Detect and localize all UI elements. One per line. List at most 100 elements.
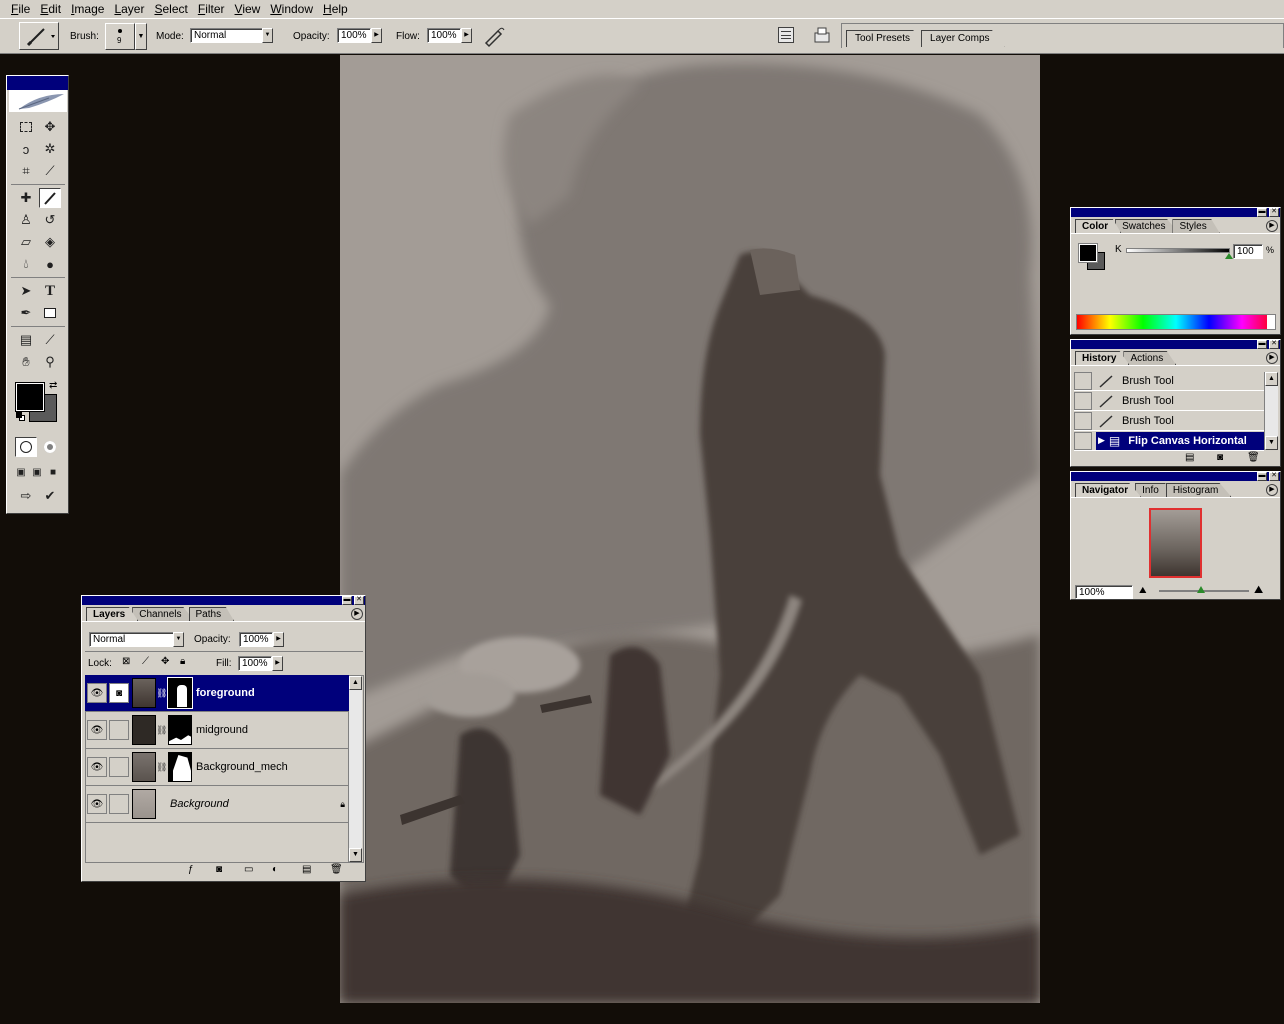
eye-icon[interactable]: 👁︎ bbox=[87, 683, 107, 703]
quick-mask-mode-icon[interactable] bbox=[39, 437, 61, 457]
link-cell[interactable] bbox=[109, 720, 129, 740]
full-screen-menu-mode-icon[interactable]: ▣ bbox=[29, 462, 45, 482]
mode-dropdown-arrow-icon[interactable]: ▼ bbox=[262, 28, 273, 43]
path-selection-tool-icon[interactable]: ➤ bbox=[15, 281, 37, 301]
opacity-arrow-icon[interactable]: ▶ bbox=[371, 28, 382, 43]
color-palette-title-bar[interactable]: ▬ ✕ bbox=[1071, 208, 1280, 217]
color-ramp[interactable] bbox=[1076, 314, 1276, 330]
menu-view[interactable]: View bbox=[230, 0, 266, 19]
tab-histogram[interactable]: Histogram bbox=[1165, 483, 1232, 497]
new-layer-icon[interactable]: ▤ bbox=[302, 864, 311, 875]
commit-icon[interactable]: ✔ bbox=[39, 486, 61, 506]
file-browser-icon[interactable] bbox=[812, 25, 832, 45]
link-cell[interactable] bbox=[109, 757, 129, 777]
eraser-tool-icon[interactable]: ▱ bbox=[15, 232, 37, 252]
scroll-up-icon[interactable]: ▲ bbox=[1265, 372, 1278, 386]
minimize-icon[interactable]: ▬ bbox=[1257, 472, 1267, 481]
scroll-up-icon[interactable]: ▲ bbox=[349, 676, 362, 690]
lasso-tool-icon[interactable]: ↄ bbox=[15, 139, 37, 159]
pen-tool-icon[interactable]: ✒ bbox=[15, 303, 37, 323]
menu-filter[interactable]: Filter bbox=[193, 0, 230, 19]
dodge-tool-icon[interactable]: ● bbox=[39, 254, 61, 274]
history-source-checkbox[interactable] bbox=[1074, 411, 1092, 430]
blend-mode-select[interactable]: Normal bbox=[89, 632, 177, 647]
marquee-tool-icon[interactable] bbox=[15, 117, 37, 137]
standard-screen-mode-icon[interactable]: ▣ bbox=[13, 462, 29, 482]
clone-stamp-tool-icon[interactable]: ♙ bbox=[15, 210, 37, 230]
eye-icon[interactable]: 👁︎ bbox=[87, 794, 107, 814]
zoom-slider[interactable] bbox=[1159, 586, 1249, 593]
history-item[interactable]: Brush Tool bbox=[1074, 391, 1264, 411]
layer-mask-thumbnail[interactable] bbox=[168, 752, 192, 782]
crop-tool-icon[interactable]: ⌗ bbox=[15, 161, 37, 181]
menu-image[interactable]: Image bbox=[66, 0, 109, 19]
eye-icon[interactable]: 👁︎ bbox=[87, 720, 107, 740]
tab-swatches[interactable]: Swatches bbox=[1115, 219, 1179, 233]
brush-size-picker[interactable]: 9 bbox=[105, 23, 135, 50]
layer-mask-thumbnail[interactable] bbox=[167, 677, 193, 709]
chain-link-icon[interactable]: ⛓ bbox=[156, 725, 167, 736]
chain-link-icon[interactable]: ⛓ bbox=[156, 688, 167, 699]
layer-style-icon[interactable]: ƒ bbox=[188, 864, 194, 875]
layers-scrollbar[interactable]: ▲ ▼ bbox=[348, 676, 362, 862]
layer-row-foreground[interactable]: 👁︎ ◙ ⛓ foreground bbox=[85, 675, 349, 712]
blur-tool-icon[interactable]: 💧︎ bbox=[15, 254, 37, 274]
add-mask-icon[interactable]: ◙ bbox=[216, 864, 222, 875]
flow-arrow-icon[interactable]: ▶ bbox=[461, 28, 472, 43]
tab-navigator[interactable]: Navigator bbox=[1075, 483, 1142, 497]
notes-tool-icon[interactable]: ▤ bbox=[15, 330, 37, 350]
menu-window[interactable]: Window bbox=[265, 0, 318, 19]
history-brush-tool-icon[interactable]: ↺ bbox=[39, 210, 61, 230]
close-icon[interactable]: ✕ bbox=[1269, 472, 1279, 481]
tab-styles[interactable]: Styles bbox=[1172, 219, 1220, 233]
history-item-selected[interactable]: ▶ ▤ Flip Canvas Horizontal bbox=[1074, 431, 1264, 451]
zoom-tool-icon[interactable]: ⚲ bbox=[39, 352, 61, 372]
history-source-checkbox[interactable] bbox=[1074, 431, 1092, 450]
magic-wand-tool-icon[interactable]: ✲ bbox=[39, 139, 61, 159]
adjustment-layer-icon[interactable]: ◐ bbox=[272, 864, 278, 875]
healing-brush-tool-icon[interactable]: ✚ bbox=[15, 188, 37, 208]
menu-help[interactable]: Help bbox=[318, 0, 353, 19]
palette-menu-icon[interactable]: ▶ bbox=[1266, 352, 1278, 364]
tab-channels[interactable]: Channels bbox=[132, 607, 195, 621]
lock-all-icon[interactable]: 🔒︎ bbox=[180, 656, 185, 667]
layer-mask-thumbnail[interactable] bbox=[168, 715, 192, 745]
slice-tool-icon[interactable]: ⟋ bbox=[39, 161, 61, 181]
history-item[interactable]: Brush Tool bbox=[1074, 371, 1264, 391]
navigator-palette-title-bar[interactable]: ▬ ✕ bbox=[1071, 472, 1280, 481]
full-screen-mode-icon[interactable]: ■ bbox=[45, 462, 61, 482]
standard-mode-icon[interactable] bbox=[15, 437, 37, 457]
history-source-checkbox[interactable] bbox=[1074, 391, 1092, 410]
minimize-icon[interactable]: ▬ bbox=[1257, 340, 1267, 349]
airbrush-icon[interactable] bbox=[482, 24, 506, 48]
tab-paths[interactable]: Paths bbox=[188, 607, 235, 621]
layer-row-midground[interactable]: 👁︎ ⛓ midground bbox=[85, 712, 349, 749]
rectangle-tool-icon[interactable] bbox=[39, 303, 61, 323]
layer-row-background-mech[interactable]: 👁︎ ⛓ Background_mech bbox=[85, 749, 349, 786]
hand-tool-icon[interactable]: ✋︎ bbox=[15, 352, 37, 372]
menu-layer[interactable]: Layer bbox=[109, 0, 149, 19]
history-palette-title-bar[interactable]: ▬ ✕ bbox=[1071, 340, 1280, 349]
foreground-color-swatch[interactable] bbox=[15, 382, 45, 412]
fill-arrow-icon[interactable]: ▶ bbox=[272, 656, 283, 671]
tab-actions[interactable]: Actions bbox=[1123, 351, 1177, 365]
history-item[interactable]: Brush Tool bbox=[1074, 411, 1264, 431]
tab-tool-presets[interactable]: Tool Presets bbox=[846, 30, 926, 47]
eye-icon[interactable]: 👁︎ bbox=[87, 757, 107, 777]
palette-well-icon[interactable] bbox=[778, 27, 794, 43]
palette-menu-icon[interactable]: ▶ bbox=[1266, 484, 1278, 496]
new-document-icon[interactable]: ▤ bbox=[1185, 452, 1194, 463]
layers-palette-title-bar[interactable]: ▬ ✕ bbox=[82, 596, 365, 605]
lock-image-icon[interactable]: ⟋ bbox=[142, 656, 149, 667]
color-fg-swatch[interactable] bbox=[1078, 243, 1098, 263]
mask-link-icon[interactable]: ◙ bbox=[109, 683, 129, 703]
jump-to-imageready-icon[interactable]: ⇨ bbox=[15, 486, 37, 506]
eyedropper-tool-icon[interactable]: ⟋ bbox=[39, 330, 61, 350]
zoom-in-icon[interactable]: ⛰ bbox=[1254, 584, 1263, 597]
palette-menu-icon[interactable]: ▶ bbox=[1266, 220, 1278, 232]
tab-color[interactable]: Color bbox=[1075, 219, 1122, 233]
history-source-checkbox[interactable] bbox=[1074, 371, 1092, 390]
menu-select[interactable]: Select bbox=[149, 0, 192, 19]
layer-opacity-arrow-icon[interactable]: ▶ bbox=[273, 632, 284, 647]
flow-input[interactable]: 100% bbox=[427, 28, 461, 43]
